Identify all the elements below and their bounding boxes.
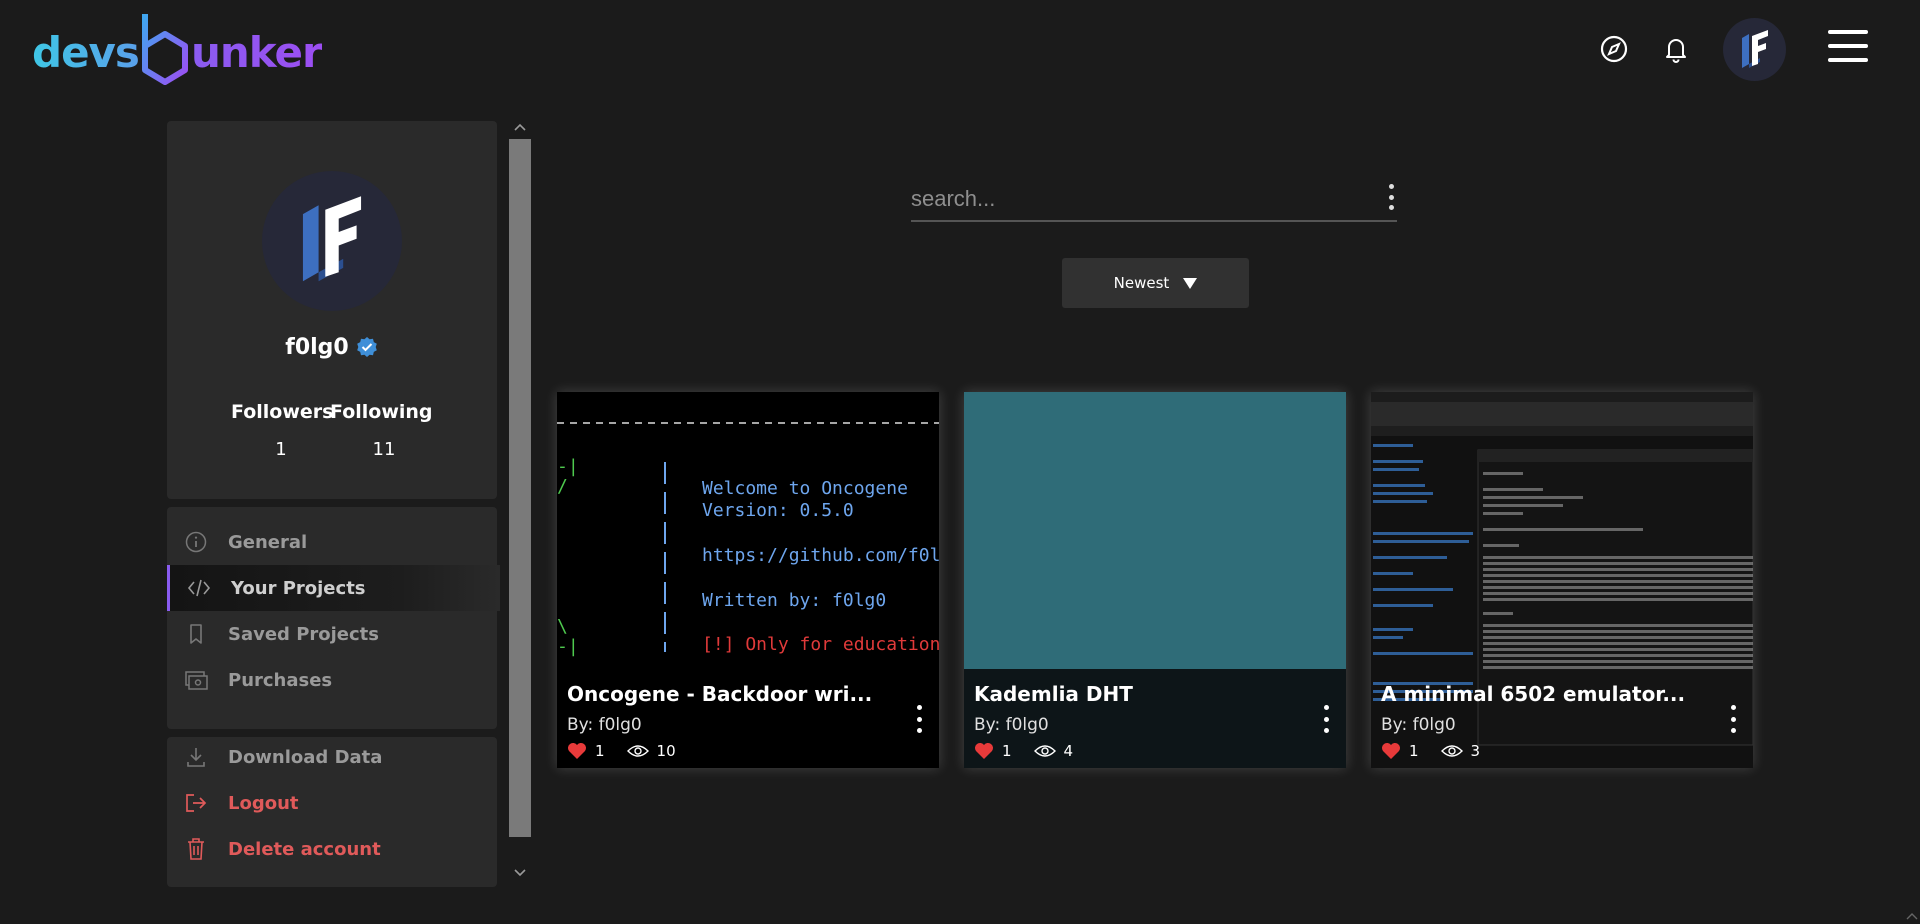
profile-username-row: f0lg0 — [167, 335, 497, 360]
nav-item-purchases[interactable]: Purchases — [167, 657, 497, 703]
project-author: By: f0lg0 — [567, 715, 642, 735]
project-card-oncogene[interactable]: -| / \ -| Welcome to Oncogene Version: 0… — [557, 392, 939, 768]
purchases-icon — [183, 667, 209, 693]
resize-corner-icon — [1906, 911, 1918, 921]
caret-down-icon — [1183, 277, 1198, 289]
eye-icon — [626, 745, 649, 757]
profile-username: f0lg0 — [285, 335, 349, 360]
logo-text-unker: unker — [190, 27, 323, 77]
following-label[interactable]: Following — [330, 401, 433, 423]
sidebar: f0lg0 Followers Following 1 11 General Y… — [167, 121, 500, 887]
lf-logo-icon — [302, 196, 362, 282]
project-author: By: f0lg0 — [974, 715, 1049, 735]
svg-text:-|: -| — [557, 636, 579, 657]
following-count: 11 — [372, 439, 396, 460]
download-icon — [183, 744, 209, 770]
sort-label: Newest — [1113, 274, 1170, 292]
nav-item-label: General — [228, 531, 308, 553]
project-thumbnail — [1371, 392, 1753, 768]
search-bar — [911, 180, 1397, 222]
search-options-icon[interactable] — [1387, 184, 1395, 210]
profile-avatar-large[interactable] — [262, 171, 402, 311]
followers-label[interactable]: Followers — [231, 401, 333, 423]
view-count: 4 — [1063, 742, 1074, 760]
svg-text:/: / — [557, 476, 568, 497]
account-actions: Download Data Logout Delete account — [167, 737, 497, 887]
sidebar-scrollbar[interactable] — [509, 121, 531, 886]
lf-logo-icon — [1741, 29, 1768, 68]
logout-icon — [183, 790, 209, 816]
search-input[interactable] — [911, 180, 1351, 218]
hamburger-menu-icon[interactable] — [1828, 30, 1868, 62]
logout-label: Logout — [228, 792, 299, 814]
project-stats: 1 3 — [1381, 742, 1480, 760]
terminal-line: https://github.com/f0lg — [702, 545, 939, 566]
project-thumbnail — [964, 392, 1346, 768]
download-data-label: Download Data — [228, 746, 383, 768]
followers-count: 1 — [275, 439, 287, 460]
nav-item-label: Purchases — [228, 669, 333, 691]
view-count: 3 — [1470, 742, 1481, 760]
nav-item-label: Saved Projects — [228, 623, 380, 645]
card-options-icon[interactable] — [1729, 705, 1737, 733]
nav-item-saved-projects[interactable]: Saved Projects — [167, 611, 497, 657]
heart-icon[interactable] — [567, 742, 587, 760]
profile-card: f0lg0 Followers Following 1 11 — [167, 121, 497, 499]
profile-nav: General Your Projects Saved Projects Pur… — [167, 507, 500, 729]
verified-badge-icon — [356, 336, 377, 357]
trash-icon — [183, 836, 209, 862]
card-options-icon[interactable] — [915, 705, 923, 733]
view-count: 10 — [656, 742, 676, 760]
logo-b-hexagon-icon — [141, 14, 188, 85]
devsbunker-logo[interactable]: devs unker — [32, 12, 323, 92]
nav-item-general[interactable]: General — [167, 519, 497, 565]
heart-icon[interactable] — [1381, 742, 1401, 760]
project-title: A minimal 6502 emulator... — [1381, 682, 1686, 706]
bookmark-icon — [183, 621, 209, 647]
project-thumbnail: -| / \ -| — [557, 392, 939, 768]
nav-item-label: Your Projects — [231, 577, 366, 599]
info-icon — [183, 529, 209, 555]
like-count: 1 — [1409, 742, 1419, 760]
heart-icon[interactable] — [974, 742, 994, 760]
project-title: Oncogene - Backdoor wri... — [567, 682, 873, 706]
project-author: By: f0lg0 — [1381, 715, 1456, 735]
svg-text:-|: -| — [557, 456, 579, 477]
bell-icon[interactable] — [1659, 32, 1693, 66]
compass-icon[interactable] — [1597, 32, 1631, 66]
eye-icon — [1033, 745, 1056, 757]
project-title: Kademlia DHT — [974, 682, 1133, 706]
delete-account-button[interactable]: Delete account — [167, 829, 497, 869]
terminal-line: Welcome to Oncogene — [702, 478, 908, 499]
scroll-down-arrow-icon[interactable] — [513, 867, 527, 881]
nav-item-your-projects[interactable]: Your Projects — [167, 565, 500, 611]
like-count: 1 — [1002, 742, 1012, 760]
eye-icon — [1440, 745, 1463, 757]
project-card-6502-emulator[interactable]: A minimal 6502 emulator... By: f0lg0 1 3 — [1371, 392, 1753, 768]
scroll-up-arrow-icon[interactable] — [513, 121, 527, 135]
terminal-line: Written by: f0lg0 — [702, 590, 887, 611]
code-icon — [186, 575, 212, 601]
logo-text-devs: devs — [32, 27, 140, 77]
project-stats: 1 10 — [567, 742, 676, 760]
delete-account-label: Delete account — [228, 838, 381, 860]
svg-text:\: \ — [557, 616, 568, 637]
project-stats: 1 4 — [974, 742, 1073, 760]
terminal-line: Version: 0.5.0 — [702, 500, 854, 521]
download-data-button[interactable]: Download Data — [167, 737, 497, 777]
profile-avatar[interactable] — [1723, 18, 1786, 81]
terminal-line: [!] Only for educationa — [702, 634, 939, 655]
project-card-kademlia[interactable]: Kademlia DHT By: f0lg0 1 4 — [964, 392, 1346, 768]
like-count: 1 — [595, 742, 605, 760]
sort-dropdown[interactable]: Newest — [1062, 258, 1249, 308]
scrollbar-thumb[interactable] — [509, 139, 531, 837]
card-options-icon[interactable] — [1322, 705, 1330, 733]
logout-button[interactable]: Logout — [167, 783, 497, 823]
